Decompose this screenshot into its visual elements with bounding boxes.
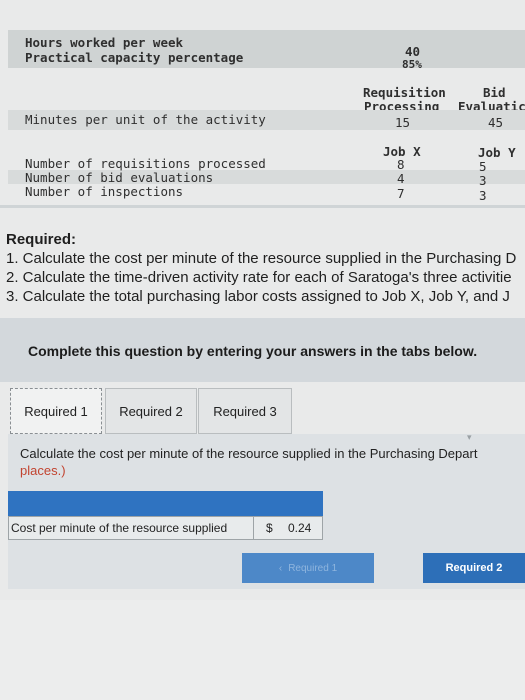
- tab-required-1[interactable]: Required 1: [10, 388, 102, 434]
- required-item-2: 2. Calculate the time-driven activity ra…: [6, 269, 512, 286]
- minutes-requisition-value: 15: [395, 115, 411, 130]
- tab-required-2[interactable]: Required 2: [105, 388, 197, 434]
- capacity-percentage-label: Practical capacity percentage: [25, 50, 244, 65]
- job-y-header: Job Y: [478, 145, 516, 160]
- cursor-mark: ▾: [467, 432, 472, 442]
- bid-header-line1: Bid: [483, 85, 506, 100]
- section-divider: [0, 205, 525, 208]
- tab-required-3[interactable]: Required 3: [198, 388, 292, 434]
- requisitions-job-y: 5: [479, 159, 487, 174]
- bid-evaluations-job-x: 4: [397, 171, 405, 186]
- minutes-bid-value: 45: [488, 115, 504, 130]
- question-line-1: Calculate the cost per minute of the res…: [20, 446, 478, 461]
- inspections-job-x: 7: [397, 186, 405, 201]
- page-bottom-area: [0, 600, 525, 700]
- required-item-1: 1. Calculate the cost per minute of the …: [6, 250, 517, 267]
- instruction-text: Complete this question by entering your …: [28, 343, 478, 359]
- required-section: Required: 1. Calculate the cost per minu…: [6, 230, 525, 306]
- previous-required-button[interactable]: ‹ Required 1: [242, 553, 374, 583]
- hours-worked-label: Hours worked per week: [25, 35, 184, 50]
- minutes-per-unit-label: Minutes per unit of the activity: [25, 112, 266, 127]
- currency-symbol: $: [266, 521, 273, 535]
- cost-per-minute-input[interactable]: [288, 519, 320, 537]
- capacity-percentage-value: 85%: [402, 58, 422, 71]
- question-text: Calculate the cost per minute of the res…: [20, 445, 525, 479]
- answer-cell-divider: [253, 516, 254, 540]
- requisition-header-line1: Requisition: [363, 85, 446, 100]
- hours-worked-value: 40: [405, 44, 421, 59]
- required-title: Required:: [6, 231, 77, 248]
- answer-table-header: [8, 491, 323, 516]
- required-item-3: 3. Calculate the total purchasing labor …: [6, 288, 510, 305]
- bid-evaluations-job-y: 3: [479, 173, 487, 188]
- next-required-button[interactable]: Required 2: [423, 553, 525, 583]
- requisitions-job-x: 8: [397, 157, 405, 172]
- question-line-2: places.): [20, 463, 66, 478]
- bid-evaluations-label: Number of bid evaluations: [25, 170, 214, 185]
- inspections-label: Number of inspections: [25, 184, 184, 199]
- inspections-job-y: 3: [479, 188, 487, 203]
- tab-bar: Required 1 Required 2 Required 3: [10, 388, 525, 434]
- previous-button-label: Required 1: [288, 562, 338, 574]
- requisitions-label: Number of requisitions processed: [25, 156, 266, 171]
- chevron-left-icon: ‹: [278, 562, 283, 574]
- answer-label: Cost per minute of the resource supplied: [11, 521, 228, 535]
